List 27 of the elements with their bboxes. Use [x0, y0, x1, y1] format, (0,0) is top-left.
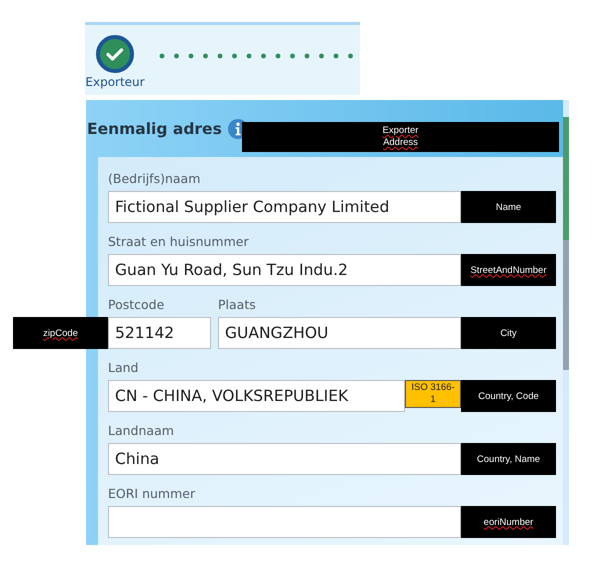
field-label: Straat en huisnummer	[108, 234, 250, 249]
input-field[interactable]: Guan Yu Road, Sun Tzu Indu.2	[108, 254, 461, 286]
annotation-label: City	[461, 317, 556, 349]
field-label: Plaats	[218, 297, 257, 312]
annotation-label: Name	[461, 191, 556, 223]
dotted-line-icon	[159, 53, 353, 59]
input-field[interactable]	[108, 506, 461, 538]
annotation-label: Country, Code	[461, 380, 556, 412]
field-label: Landnaam	[108, 423, 175, 438]
scrollbar[interactable]	[563, 100, 569, 545]
field-label: (Bedrijfs)naam	[108, 171, 202, 186]
panel-title: Eenmalig adres	[87, 120, 222, 138]
annotation-label: zipCode	[13, 317, 108, 349]
input-field[interactable]: 521142	[108, 317, 211, 349]
country-select[interactable]: CN - CHINA, VOLKSREPUBLIEK	[108, 380, 405, 412]
field-label: Postcode	[108, 297, 166, 312]
input-field[interactable]: Fictional Supplier Company Limited	[108, 191, 461, 223]
input-field[interactable]: China	[108, 443, 461, 475]
field-label: Land	[108, 360, 140, 375]
annotation-label: Exporter Address	[242, 122, 559, 152]
annotation-label: eoriNumber	[461, 506, 556, 538]
input-field[interactable]: GUANGZHOU	[218, 317, 461, 349]
annotation-label: StreetAndNumber	[461, 254, 556, 286]
annotation-label: ISO 3166-1	[405, 380, 461, 408]
step-label[interactable]: Exporteur	[85, 75, 145, 89]
annotation-label: Country, Name	[461, 443, 556, 475]
field-label: EORI nummer	[108, 486, 196, 501]
